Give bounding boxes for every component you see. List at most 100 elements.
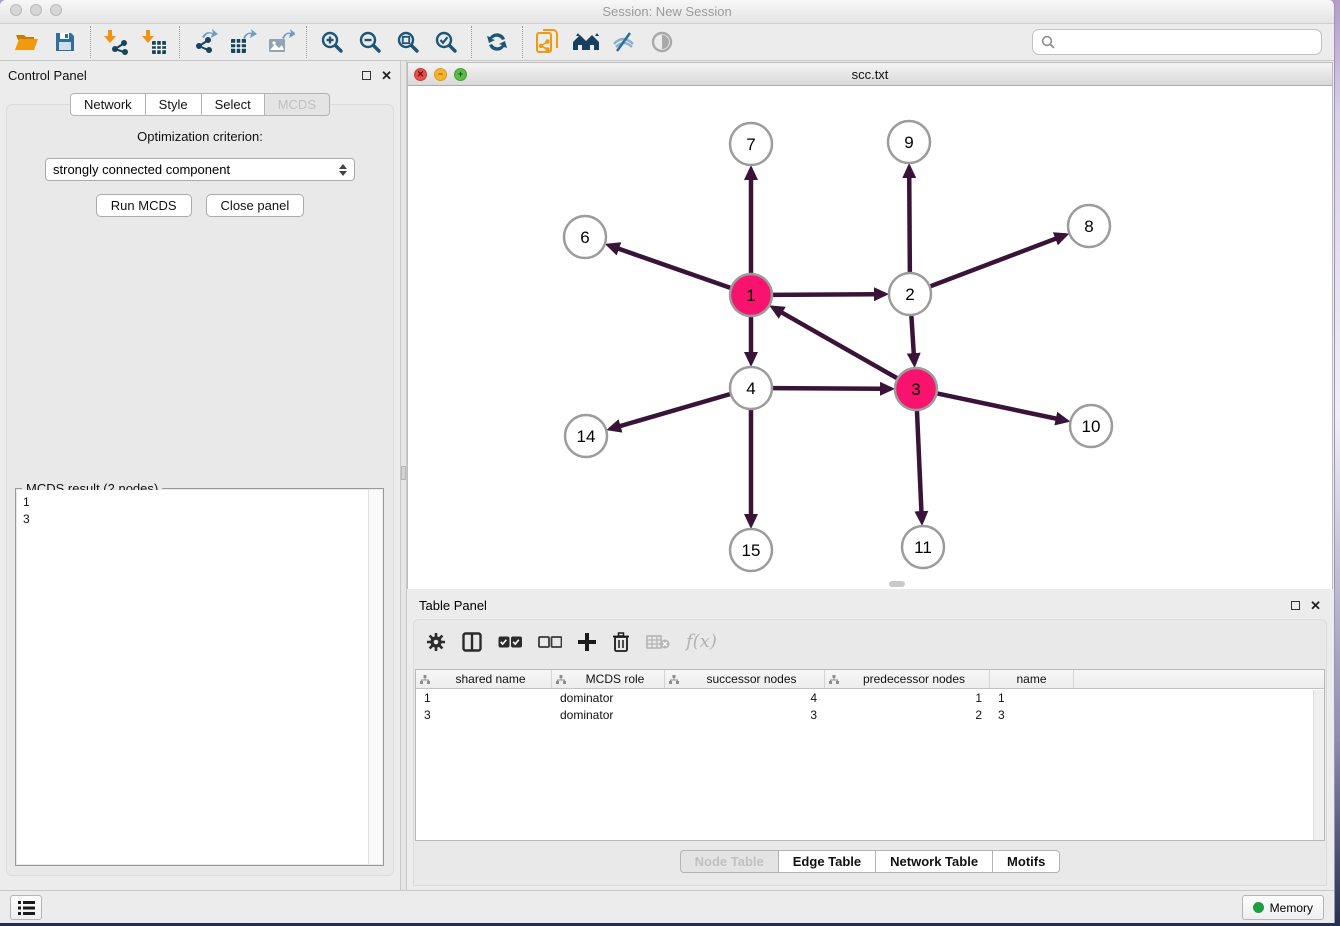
close-panel-button[interactable]: Close panel [206, 194, 305, 217]
edge-4-3[interactable] [772, 388, 881, 389]
toolbar-separator [471, 26, 472, 58]
network-maximize-button[interactable]: + [454, 68, 467, 81]
show-hidden-icon[interactable] [643, 26, 681, 58]
duplicate-network-icon[interactable] [529, 26, 567, 58]
cell-successor-nodes: 4 [665, 691, 825, 705]
unselect-all-columns-icon[interactable] [538, 629, 562, 655]
export-network-icon[interactable] [186, 26, 224, 58]
window-title: Session: New Session [602, 4, 731, 19]
edge-3-1[interactable] [781, 312, 897, 378]
optimization-criterion-label: Optimization criterion: [7, 129, 393, 144]
edge-3-10[interactable] [937, 393, 1057, 418]
edge-2-8[interactable] [930, 238, 1057, 286]
sort-icon [556, 675, 566, 684]
mcds-result-text: 1 3 [17, 490, 368, 864]
graph-node-label: 10 [1082, 417, 1101, 436]
zoom-fit-icon[interactable] [389, 26, 427, 58]
column-header-mcds-role[interactable]: MCDS role [552, 670, 665, 688]
splitter-grip[interactable] [401, 466, 406, 480]
delete-table-icon[interactable] [646, 629, 670, 655]
memory-button[interactable]: Memory [1242, 895, 1324, 920]
zoom-selected-icon[interactable] [427, 26, 465, 58]
cell-name: 3 [990, 708, 1074, 722]
save-icon[interactable] [46, 26, 84, 58]
close-window-button[interactable] [10, 4, 22, 16]
open-file-icon[interactable] [8, 26, 46, 58]
toolbar-separator [90, 26, 91, 58]
memory-label: Memory [1270, 901, 1313, 915]
close-table-panel-icon[interactable]: ✕ [1310, 599, 1321, 612]
hide-selected-icon[interactable] [605, 26, 643, 58]
edge-4-14[interactable] [620, 394, 731, 426]
control-panel-tabs: Network Style Select MCDS [0, 93, 400, 116]
tab-edge-table[interactable]: Edge Table [779, 850, 876, 873]
search-field[interactable] [1032, 29, 1322, 55]
edge-2-9[interactable] [909, 177, 910, 273]
column-header-shared-name[interactable]: shared name [416, 670, 552, 688]
task-history-button[interactable] [10, 895, 42, 920]
run-mcds-button[interactable]: Run MCDS [96, 194, 192, 217]
tab-select[interactable]: Select [202, 93, 265, 116]
edge-2-3[interactable] [911, 315, 913, 354]
close-panel-icon[interactable]: ✕ [381, 69, 392, 82]
apply-layout-icon[interactable] [478, 26, 516, 58]
zoom-out-icon[interactable] [351, 26, 389, 58]
table-row[interactable]: 1 dominator 4 1 1 [416, 689, 1324, 706]
network-close-button[interactable]: ✕ [414, 68, 427, 81]
tab-network[interactable]: Network [70, 93, 146, 116]
tab-node-table[interactable]: Node Table [680, 850, 779, 873]
main-toolbar [0, 24, 1334, 61]
window-controls [10, 4, 62, 16]
table-settings-icon[interactable] [426, 629, 446, 655]
toolbar-separator [522, 26, 523, 58]
float-table-panel-icon[interactable] [1291, 601, 1300, 610]
search-input[interactable] [1060, 35, 1313, 50]
cell-successor-nodes: 3 [665, 708, 825, 722]
graph-node-label: 8 [1084, 217, 1093, 236]
network-minimize-button[interactable]: − [434, 68, 447, 81]
export-image-icon[interactable] [262, 26, 300, 58]
function-builder-icon[interactable]: f(x) [686, 629, 717, 655]
network-title: scc.txt [852, 67, 889, 82]
column-header-name[interactable]: name [990, 670, 1074, 688]
minimize-window-button[interactable] [30, 4, 42, 16]
network-canvas[interactable]: 1234678910111415 [408, 86, 1332, 589]
show-columns-icon[interactable] [462, 629, 482, 655]
cell-name: 1 [990, 691, 1074, 705]
cell-predecessor-nodes: 1 [825, 691, 990, 705]
export-table-icon[interactable] [224, 26, 262, 58]
network-view-window: ✕ − + scc.txt 1234678910111415 [407, 62, 1333, 589]
tab-style[interactable]: Style [146, 93, 202, 116]
import-network-icon[interactable] [97, 26, 135, 58]
zoom-in-icon[interactable] [313, 26, 351, 58]
memory-status-icon [1253, 902, 1264, 913]
tab-motifs[interactable]: Motifs [993, 850, 1060, 873]
graph-node-label: 7 [746, 135, 755, 154]
tab-network-table[interactable]: Network Table [876, 850, 993, 873]
first-neighbors-icon[interactable] [567, 26, 605, 58]
select-all-columns-icon[interactable] [498, 629, 522, 655]
edge-1-2[interactable] [772, 294, 875, 295]
graph-node-label: 1 [746, 286, 755, 305]
vertical-splitter[interactable] [400, 61, 407, 890]
app-titlebar: Session: New Session [0, 0, 1334, 24]
mcds-result-box: MCDS result (2 nodes) 1 3 [15, 488, 384, 866]
import-table-icon[interactable] [135, 26, 173, 58]
column-header-successor-nodes[interactable]: successor nodes [665, 670, 825, 688]
table-row[interactable]: 3 dominator 3 2 3 [416, 706, 1324, 723]
result-scrollbar[interactable] [368, 490, 382, 864]
canvas-hscroll-thumb[interactable] [889, 581, 905, 587]
graph-node-label: 6 [580, 228, 589, 247]
table-scrollbar[interactable] [1313, 690, 1324, 840]
column-header-predecessor-nodes[interactable]: predecessor nodes [825, 670, 990, 688]
float-panel-icon[interactable] [362, 71, 371, 80]
zoom-window-button[interactable] [50, 4, 62, 16]
criterion-dropdown[interactable]: strongly connected component [45, 158, 355, 181]
tab-mcds[interactable]: MCDS [265, 93, 330, 116]
toolbar-separator [306, 26, 307, 58]
delete-columns-icon[interactable] [612, 629, 630, 655]
edge-1-6[interactable] [618, 249, 731, 289]
edge-3-11[interactable] [917, 410, 922, 512]
add-column-icon[interactable] [578, 629, 596, 655]
graph-node-label: 11 [914, 538, 932, 557]
